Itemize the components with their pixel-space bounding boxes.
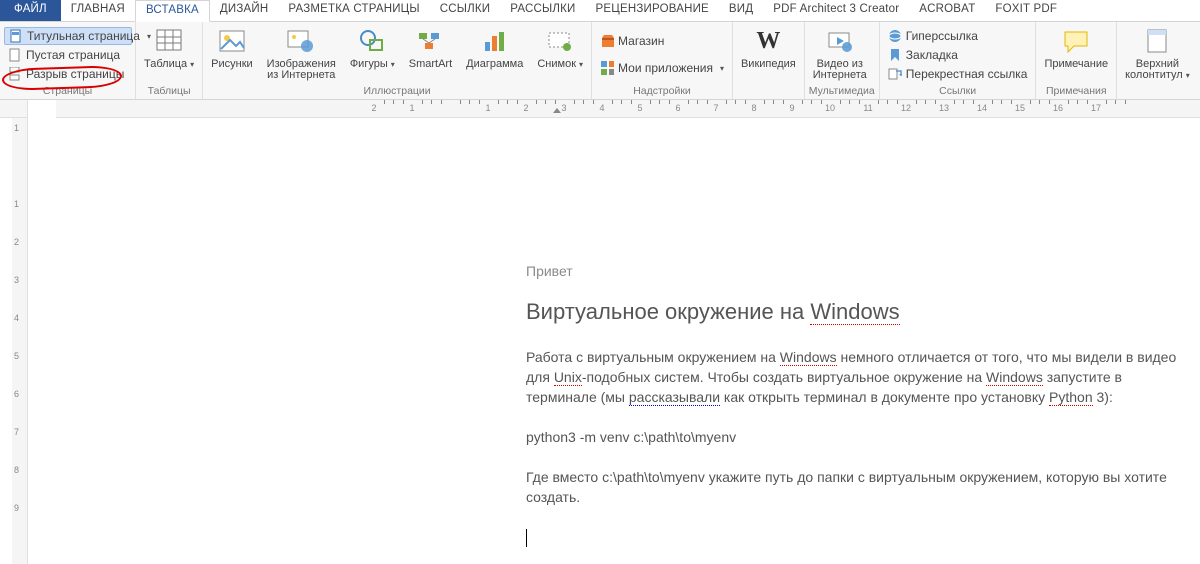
hyperlink-label: Гиперссылка (906, 29, 978, 43)
smartart-icon (415, 26, 445, 56)
group-label-tables: Таблицы (140, 85, 198, 99)
shapes-label: Фигуры (350, 59, 395, 70)
table-icon (154, 26, 184, 56)
comment-label: Примечание (1044, 59, 1108, 70)
group-label-illustrations: Иллюстрации (207, 85, 587, 99)
pictures-icon (217, 26, 247, 56)
table-label: Таблица (144, 59, 194, 70)
comment-button[interactable]: Примечание (1040, 24, 1112, 70)
bookmark-button[interactable]: Закладка (884, 46, 1032, 64)
screenshot-label: Снимок (537, 59, 583, 70)
group-label-pages: Страницы (4, 85, 131, 99)
online-pictures-label-2: из Интернета (267, 69, 335, 81)
blank-page-button[interactable]: Пустая страница (4, 46, 132, 64)
header-label-2: колонтитул (1125, 69, 1183, 81)
page-break-icon (8, 67, 22, 81)
header-button[interactable]: Верхнийколонтитул (1121, 24, 1194, 81)
tab-design[interactable]: ДИЗАЙН (210, 0, 278, 21)
wikipedia-icon: W (753, 26, 783, 56)
ruler-corner (0, 100, 28, 118)
shapes-button[interactable]: Фигуры (346, 24, 399, 70)
wikipedia-label: Википедия (741, 59, 796, 70)
crossref-label: Перекрестная ссылка (906, 67, 1028, 81)
smartart-button[interactable]: SmartArt (405, 24, 456, 70)
tab-review[interactable]: РЕЦЕНЗИРОВАНИЕ (586, 0, 719, 21)
blank-page-icon (8, 48, 22, 62)
group-label-addins: Надстройки (596, 85, 728, 99)
group-label-media: Мультимедиа (809, 85, 875, 99)
doc-greeting: Привет (526, 263, 1182, 279)
blank-page-label: Пустая страница (26, 48, 120, 62)
page-break-label: Разрыв страницы (26, 67, 124, 81)
doc-paragraph-1: Работа с виртуальным окружением на Windo… (526, 347, 1182, 407)
my-apps-button[interactable]: Мои приложения (596, 59, 728, 77)
online-video-label-2: Интернета (813, 69, 867, 81)
smartart-label: SmartArt (409, 59, 452, 70)
doc-title: Виртуальное окружение на Windows (526, 299, 1182, 325)
screenshot-icon (545, 26, 575, 56)
header-icon (1142, 26, 1172, 56)
online-video-button[interactable]: Видео изИнтернета (809, 24, 871, 81)
tab-foxit[interactable]: FOXIT PDF (985, 0, 1067, 21)
tab-home[interactable]: ГЛАВНАЯ (61, 0, 135, 21)
wikipedia-button[interactable]: W Википедия (737, 24, 800, 70)
online-pictures-icon (286, 26, 316, 56)
comment-icon (1061, 26, 1091, 56)
chart-icon (480, 26, 510, 56)
tab-acrobat[interactable]: ACROBAT (909, 0, 985, 21)
bookmark-label: Закладка (906, 48, 958, 62)
page-break-button[interactable]: Разрыв страницы (4, 65, 132, 83)
bookmark-icon (888, 48, 902, 62)
cover-page-label: Титульная страница (27, 29, 140, 43)
cover-page-icon (9, 29, 23, 43)
pictures-label: Рисунки (211, 59, 253, 70)
table-button[interactable]: Таблица (140, 24, 198, 70)
document-area[interactable]: 1123456789 Привет Виртуальное окружение … (0, 118, 1200, 564)
vertical-ruler[interactable]: 1123456789 (12, 118, 28, 564)
group-label-comments: Примечания (1040, 85, 1112, 99)
ribbon: Титульная страница Пустая страница Разры… (0, 22, 1200, 100)
cover-page-button[interactable]: Титульная страница (4, 27, 132, 45)
crossref-button[interactable]: Перекрестная ссылка (884, 65, 1032, 83)
chart-button[interactable]: Диаграмма (462, 24, 527, 70)
store-label: Магазин (618, 34, 664, 48)
tab-page-layout[interactable]: РАЗМЕТКА СТРАНИЦЫ (278, 0, 429, 21)
doc-paragraph-2: Где вместо c:\path\to\myenv укажите путь… (526, 467, 1182, 507)
page: Привет Виртуальное окружение на Windows … (420, 148, 1200, 564)
hyperlink-icon (888, 29, 902, 43)
tab-pdf-architect[interactable]: PDF Architect 3 Creator (763, 0, 909, 21)
group-label-links: Ссылки (884, 85, 1032, 99)
tab-view[interactable]: ВИД (719, 0, 763, 21)
tab-insert[interactable]: ВСТАВКА (135, 0, 210, 22)
hyperlink-button[interactable]: Гиперссылка (884, 27, 1032, 45)
store-icon (600, 34, 614, 48)
doc-command-1: python3 -m venv c:\path\to\myenv (526, 427, 1182, 447)
group-label-headerfooter: Колонтитулы (1121, 85, 1200, 99)
text-cursor (526, 529, 527, 547)
crossref-icon (888, 67, 902, 81)
my-apps-label: Мои приложения (618, 61, 713, 75)
shapes-icon (357, 26, 387, 56)
my-apps-icon (600, 61, 614, 75)
online-pictures-button[interactable]: Изображенияиз Интернета (263, 24, 340, 81)
screenshot-button[interactable]: Снимок (533, 24, 587, 70)
chart-label: Диаграмма (466, 59, 523, 70)
ribbon-tabs: ФАЙЛ ГЛАВНАЯ ВСТАВКА ДИЗАЙН РАЗМЕТКА СТР… (0, 0, 1200, 22)
tab-file[interactable]: ФАЙЛ (0, 0, 61, 21)
store-button[interactable]: Магазин (596, 32, 728, 50)
pictures-button[interactable]: Рисунки (207, 24, 257, 70)
tab-mailings[interactable]: РАССЫЛКИ (500, 0, 585, 21)
online-video-icon (825, 26, 855, 56)
horizontal-ruler[interactable]: 211234567891011121314151617 (56, 100, 1200, 118)
doc-cursor-line (526, 527, 1182, 547)
tab-references[interactable]: ССЫЛКИ (430, 0, 501, 21)
